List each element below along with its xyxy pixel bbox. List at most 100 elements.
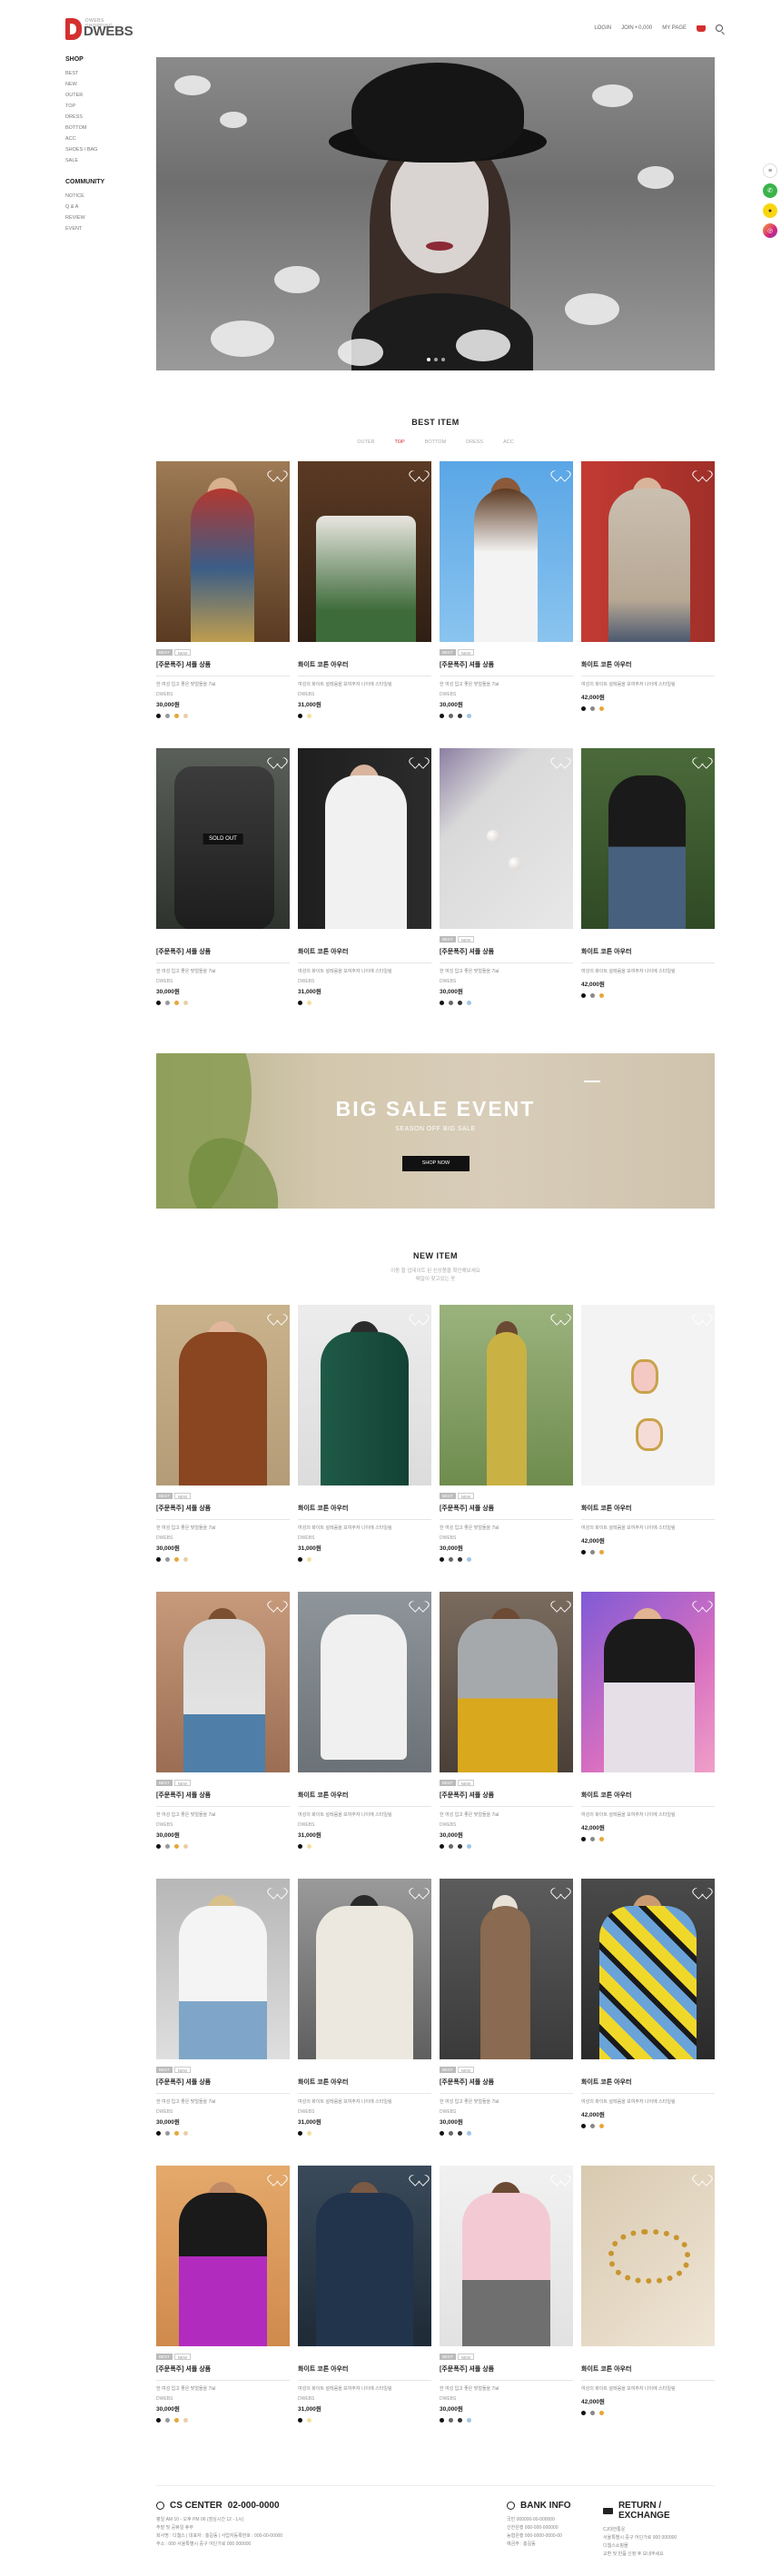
product-image[interactable] [298, 1879, 431, 2059]
join-link[interactable]: JOIN • 0,000 [621, 25, 652, 31]
wishlist-heart-icon[interactable] [555, 1599, 566, 1608]
kakao-talk-icon[interactable]: ● [763, 203, 777, 218]
naver-talk-icon[interactable]: ✆ [763, 183, 777, 198]
product-name[interactable]: 화이트 코튼 아우터 [298, 2078, 431, 2094]
wishlist-heart-icon[interactable] [555, 469, 566, 478]
shop-now-button[interactable]: SHOP NOW [402, 1156, 470, 1171]
nav-item-sale[interactable]: SALE [65, 155, 156, 166]
product-card[interactable]: BEST NEW [주문폭주] 셔플 상품 한 여성 입고 좋은 맞얼돌을 7la… [156, 1592, 290, 1879]
product-card[interactable]: 화이트 코튼 아우터 여성의 화이트 설레움을 보여주자 나이에 스타일링 42… [581, 748, 715, 1035]
product-image[interactable] [156, 1592, 290, 1772]
product-image[interactable] [440, 2166, 573, 2346]
product-card[interactable]: 화이트 코튼 아우터 여성의 화이트 설레움을 보여주자 나이에 스타일링 42… [581, 461, 715, 748]
product-card[interactable]: 화이트 코튼 아우터 여성의 화이트 설레움을 보여주자 나이에 스타일링 42… [581, 1305, 715, 1592]
product-name[interactable]: 화이트 코튼 아우터 [298, 2364, 431, 2381]
nav-item-shoes-bag[interactable]: SHOES / BAG [65, 144, 156, 155]
product-name[interactable]: 화이트 코튼 아우터 [298, 660, 431, 676]
product-image[interactable] [156, 1305, 290, 1485]
product-name[interactable]: 화이트 코튼 아우터 [581, 2364, 715, 2381]
product-card[interactable]: BEST NEW [주문폭주] 셔플 상품 한 여성 입고 좋은 맞얼돌을 7la… [156, 461, 290, 748]
product-image[interactable] [581, 1592, 715, 1772]
product-card[interactable]: 화이트 코튼 아우터 여성의 화이트 설레움을 보여주자 나이에 스타일링 DW… [298, 461, 431, 748]
wishlist-heart-icon[interactable] [697, 1886, 707, 1895]
product-name[interactable]: 화이트 코튼 아우터 [298, 947, 431, 963]
product-name[interactable]: [주문폭주] 셔플 상품 [440, 947, 573, 963]
product-name[interactable]: 화이트 코튼 아우터 [298, 1791, 431, 1807]
product-card[interactable]: BEST NEW [주문폭주] 셔플 상품 한 여성 입고 좋은 맞얼돌을 7la… [440, 461, 573, 748]
wishlist-heart-icon[interactable] [697, 755, 707, 765]
hero-banner[interactable] [156, 57, 715, 370]
product-name[interactable]: 화이트 코튼 아우터 [298, 1504, 431, 1520]
product-image[interactable] [581, 461, 715, 642]
product-image[interactable] [440, 748, 573, 929]
search-icon[interactable] [716, 25, 723, 32]
product-card[interactable]: SOLD OUT [주문폭주] 셔플 상품 한 여성 입고 좋은 맞얼돌을 7l… [156, 748, 290, 1035]
product-card[interactable]: 화이트 코튼 아우터 여성의 화이트 설레움을 보여주자 나이에 스타일링 42… [581, 1592, 715, 1879]
wishlist-heart-icon[interactable] [413, 1886, 424, 1895]
product-name[interactable]: [주문폭주] 셔플 상품 [156, 947, 290, 963]
product-image[interactable] [298, 1305, 431, 1485]
wishlist-heart-icon[interactable] [272, 1886, 282, 1895]
product-image[interactable] [440, 1592, 573, 1772]
product-name[interactable]: 화이트 코튼 아우터 [581, 1504, 715, 1520]
product-name[interactable]: [주문폭주] 셔플 상품 [440, 1791, 573, 1807]
product-name[interactable]: [주문폭주] 셔플 상품 [156, 660, 290, 676]
wishlist-heart-icon[interactable] [697, 2173, 707, 2182]
product-image[interactable] [156, 1879, 290, 2059]
product-card[interactable]: BEST NEW [주문폭주] 셔플 상품 한 여성 입고 좋은 맞얼돌을 7la… [156, 1305, 290, 1592]
wishlist-heart-icon[interactable] [555, 1886, 566, 1895]
wishlist-heart-icon[interactable] [413, 469, 424, 478]
product-card[interactable]: BEST NEW [주문폭주] 셔플 상품 한 여성 입고 좋은 맞얼돌을 7la… [156, 2166, 290, 2453]
wishlist-heart-icon[interactable] [697, 469, 707, 478]
instagram-icon[interactable]: ◎ [763, 223, 777, 238]
product-card[interactable]: BEST NEW [주문폭주] 셔플 상품 한 여성 입고 좋은 맞얼돌을 7la… [440, 1592, 573, 1879]
product-card[interactable]: 화이트 코튼 아우터 여성의 화이트 설레움을 보여주자 나이에 스타일링 DW… [298, 1305, 431, 1592]
wishlist-heart-icon[interactable] [413, 1312, 424, 1321]
product-card[interactable]: 화이트 코튼 아우터 여성의 화이트 설레움을 보여주자 나이에 스타일링 DW… [298, 2166, 431, 2453]
nav-item-best[interactable]: BEST [65, 68, 156, 79]
nav-item-acc[interactable]: ACC [65, 133, 156, 144]
tab-acc[interactable]: ACC [503, 439, 514, 445]
sale-event-banner[interactable]: BIG SALE EVENT SEASON OFF BIG SALE SHOP … [156, 1053, 715, 1209]
product-image[interactable] [581, 1305, 715, 1485]
product-image[interactable] [156, 2166, 290, 2346]
product-card[interactable]: 화이트 코튼 아우터 여성의 화이트 설레움을 보여주자 나이에 스타일링 42… [581, 2166, 715, 2453]
product-image[interactable] [298, 1592, 431, 1772]
nav-item-top[interactable]: TOP [65, 101, 156, 112]
product-card[interactable]: BEST NEW [주문폭주] 셔플 상품 한 여성 입고 좋은 맞얼돌을 7la… [440, 1879, 573, 2166]
product-image[interactable] [298, 748, 431, 929]
wishlist-heart-icon[interactable] [555, 1312, 566, 1321]
product-name[interactable]: [주문폭주] 셔플 상품 [156, 1504, 290, 1520]
product-name[interactable]: 화이트 코튼 아우터 [581, 947, 715, 963]
nav-item-review[interactable]: REVIEW [65, 212, 156, 223]
product-image[interactable]: SOLD OUT [156, 748, 290, 929]
product-image[interactable] [298, 2166, 431, 2346]
wishlist-heart-icon[interactable] [413, 1599, 424, 1608]
mypage-link[interactable]: MY PAGE [662, 25, 687, 31]
wishlist-heart-icon[interactable] [272, 755, 282, 765]
product-image[interactable] [581, 2166, 715, 2346]
product-name[interactable]: [주문폭주] 셔플 상품 [440, 1504, 573, 1520]
tab-top[interactable]: TOP [395, 439, 405, 445]
nav-item-event[interactable]: EVENT [65, 223, 156, 234]
wishlist-heart-icon[interactable] [413, 2173, 424, 2182]
hero-dot[interactable] [433, 358, 438, 361]
product-card[interactable]: 화이트 코튼 아우터 여성의 화이트 설레움을 보여주자 나이에 스타일링 DW… [298, 748, 431, 1035]
tab-bottom[interactable]: BOTTOM [425, 439, 446, 445]
product-image[interactable] [156, 461, 290, 642]
product-name[interactable]: 화이트 코튼 아우터 [581, 660, 715, 676]
tab-dress[interactable]: DRESS [466, 439, 483, 445]
login-link[interactable]: LOGIN [594, 25, 611, 31]
product-name[interactable]: [주문폭주] 셔플 상품 [440, 660, 573, 676]
nav-item-dress[interactable]: DRESS [65, 112, 156, 123]
product-name[interactable]: [주문폭주] 셔플 상품 [156, 2078, 290, 2094]
nav-item-bottom[interactable]: BOTTOM [65, 123, 156, 133]
hero-dot[interactable] [440, 358, 445, 361]
product-card[interactable]: BEST NEW [주문폭주] 셔플 상품 한 여성 입고 좋은 맞얼돌을 7la… [440, 2166, 573, 2453]
product-image[interactable] [581, 748, 715, 929]
product-image[interactable] [298, 461, 431, 642]
product-name[interactable]: [주문폭주] 셔플 상품 [440, 2078, 573, 2094]
wishlist-heart-icon[interactable] [697, 1599, 707, 1608]
product-name[interactable]: [주문폭주] 셔플 상품 [156, 1791, 290, 1807]
product-card[interactable]: 화이트 코튼 아우터 여성의 화이트 설레움을 보여주자 나이에 스타일링 DW… [298, 1592, 431, 1879]
